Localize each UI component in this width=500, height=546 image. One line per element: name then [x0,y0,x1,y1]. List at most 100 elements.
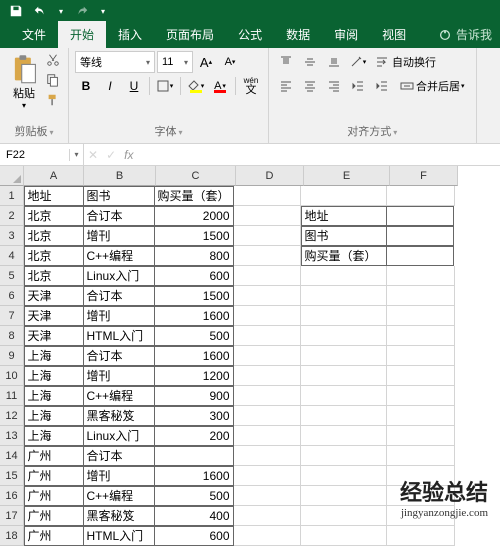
undo-icon[interactable] [32,4,48,18]
select-all-triangle[interactable] [0,166,24,186]
cell[interactable]: HTML入门 [83,326,155,346]
row-header-10[interactable]: 10 [0,366,24,386]
cell[interactable] [301,406,387,426]
cell[interactable]: 800 [154,246,234,266]
row-header-12[interactable]: 12 [0,406,24,426]
orientation-icon[interactable] [347,51,369,73]
cell[interactable]: 增刊 [83,366,155,386]
cell[interactable]: 购买量（套） [154,186,234,206]
row-header-11[interactable]: 11 [0,386,24,406]
column-header-C[interactable]: C [156,166,236,186]
cell[interactable]: 黑客秘笈 [83,506,155,526]
cell[interactable]: 上海 [24,426,84,446]
cell[interactable] [233,506,301,526]
cell[interactable]: 广州 [24,466,84,486]
align-center-icon[interactable] [299,75,321,97]
align-left-icon[interactable] [275,75,297,97]
cut-icon[interactable] [44,51,62,69]
tab-data[interactable]: 数据 [274,21,322,48]
paste-button[interactable]: 粘贴 ▾ [6,51,42,112]
tab-review[interactable]: 审阅 [322,21,370,48]
cell[interactable] [386,226,454,246]
cell[interactable] [386,206,454,226]
row-header-18[interactable]: 18 [0,526,24,546]
cell[interactable] [233,406,301,426]
row-header-5[interactable]: 5 [0,266,24,286]
cell[interactable]: 地址 [24,186,84,206]
cell[interactable] [301,526,387,546]
font-name-combo[interactable]: 等线 [75,51,155,73]
cell[interactable]: 地址 [301,206,387,226]
cell[interactable] [301,506,387,526]
redo-icon[interactable] [74,4,90,18]
cell[interactable]: C++编程 [83,246,155,266]
cell[interactable]: 上海 [24,386,84,406]
tab-page-layout[interactable]: 页面布局 [154,21,226,48]
cell[interactable] [387,266,455,286]
cell[interactable]: 400 [154,506,234,526]
row-header-3[interactable]: 3 [0,226,24,246]
cell[interactable] [301,446,387,466]
cell[interactable]: 200 [154,426,234,446]
align-bottom-icon[interactable] [323,51,345,73]
cell[interactable] [387,426,455,446]
align-middle-icon[interactable] [299,51,321,73]
decrease-indent-icon[interactable] [347,75,369,97]
cell[interactable] [233,306,301,326]
cell[interactable] [233,346,301,366]
underline-icon[interactable]: U [123,75,145,97]
copy-icon[interactable] [44,71,62,89]
row-header-8[interactable]: 8 [0,326,24,346]
cell[interactable]: 1600 [154,346,234,366]
cell[interactable]: 天津 [24,306,84,326]
cell[interactable] [301,346,387,366]
cell[interactable] [154,446,234,466]
cell[interactable]: 1200 [154,366,234,386]
cell[interactable] [233,226,301,246]
cell[interactable]: 500 [154,486,234,506]
name-box[interactable]: F22 [0,149,70,161]
cell[interactable] [301,486,387,506]
cell[interactable] [301,186,387,206]
cell[interactable] [387,326,455,346]
row-header-4[interactable]: 4 [0,246,24,266]
cell[interactable] [233,266,301,286]
cell[interactable]: 上海 [24,406,84,426]
ruby-icon[interactable]: wén文 [240,75,262,97]
tab-file[interactable]: 文件 [10,21,58,48]
cell[interactable] [387,346,455,366]
increase-font-icon[interactable]: A▴ [195,51,217,73]
row-header-2[interactable]: 2 [0,206,24,226]
decrease-font-icon[interactable]: A▾ [219,51,241,73]
cell[interactable]: 合订本 [83,446,155,466]
align-top-icon[interactable] [275,51,297,73]
cell[interactable]: 广州 [24,526,84,546]
undo-dropdown-icon[interactable]: ▾ [56,7,66,16]
cell[interactable]: 300 [154,406,234,426]
column-header-F[interactable]: F [390,166,458,186]
fill-color-icon[interactable] [185,75,207,97]
cell[interactable] [301,366,387,386]
align-right-icon[interactable] [323,75,345,97]
cell[interactable]: 2000 [154,206,234,226]
cell[interactable]: 北京 [24,206,84,226]
cell[interactable] [233,426,301,446]
cell[interactable] [387,366,455,386]
cell[interactable] [301,306,387,326]
cancel-icon[interactable]: ✕ [84,148,102,162]
cell[interactable] [387,406,455,426]
tab-formulas[interactable]: 公式 [226,21,274,48]
cell[interactable] [301,386,387,406]
cell[interactable]: 广州 [24,486,84,506]
cell[interactable] [233,186,301,206]
column-header-B[interactable]: B [84,166,156,186]
cell[interactable]: 1600 [154,306,234,326]
qat-customize-icon[interactable]: ▾ [98,7,108,16]
cell[interactable]: Linux入门 [83,266,155,286]
cell[interactable]: 600 [154,526,234,546]
tab-view[interactable]: 视图 [370,21,418,48]
cell[interactable]: 600 [154,266,234,286]
cell[interactable]: 1500 [154,226,234,246]
merge-center-button[interactable]: 合并后居 [395,75,470,97]
row-header-17[interactable]: 17 [0,506,24,526]
